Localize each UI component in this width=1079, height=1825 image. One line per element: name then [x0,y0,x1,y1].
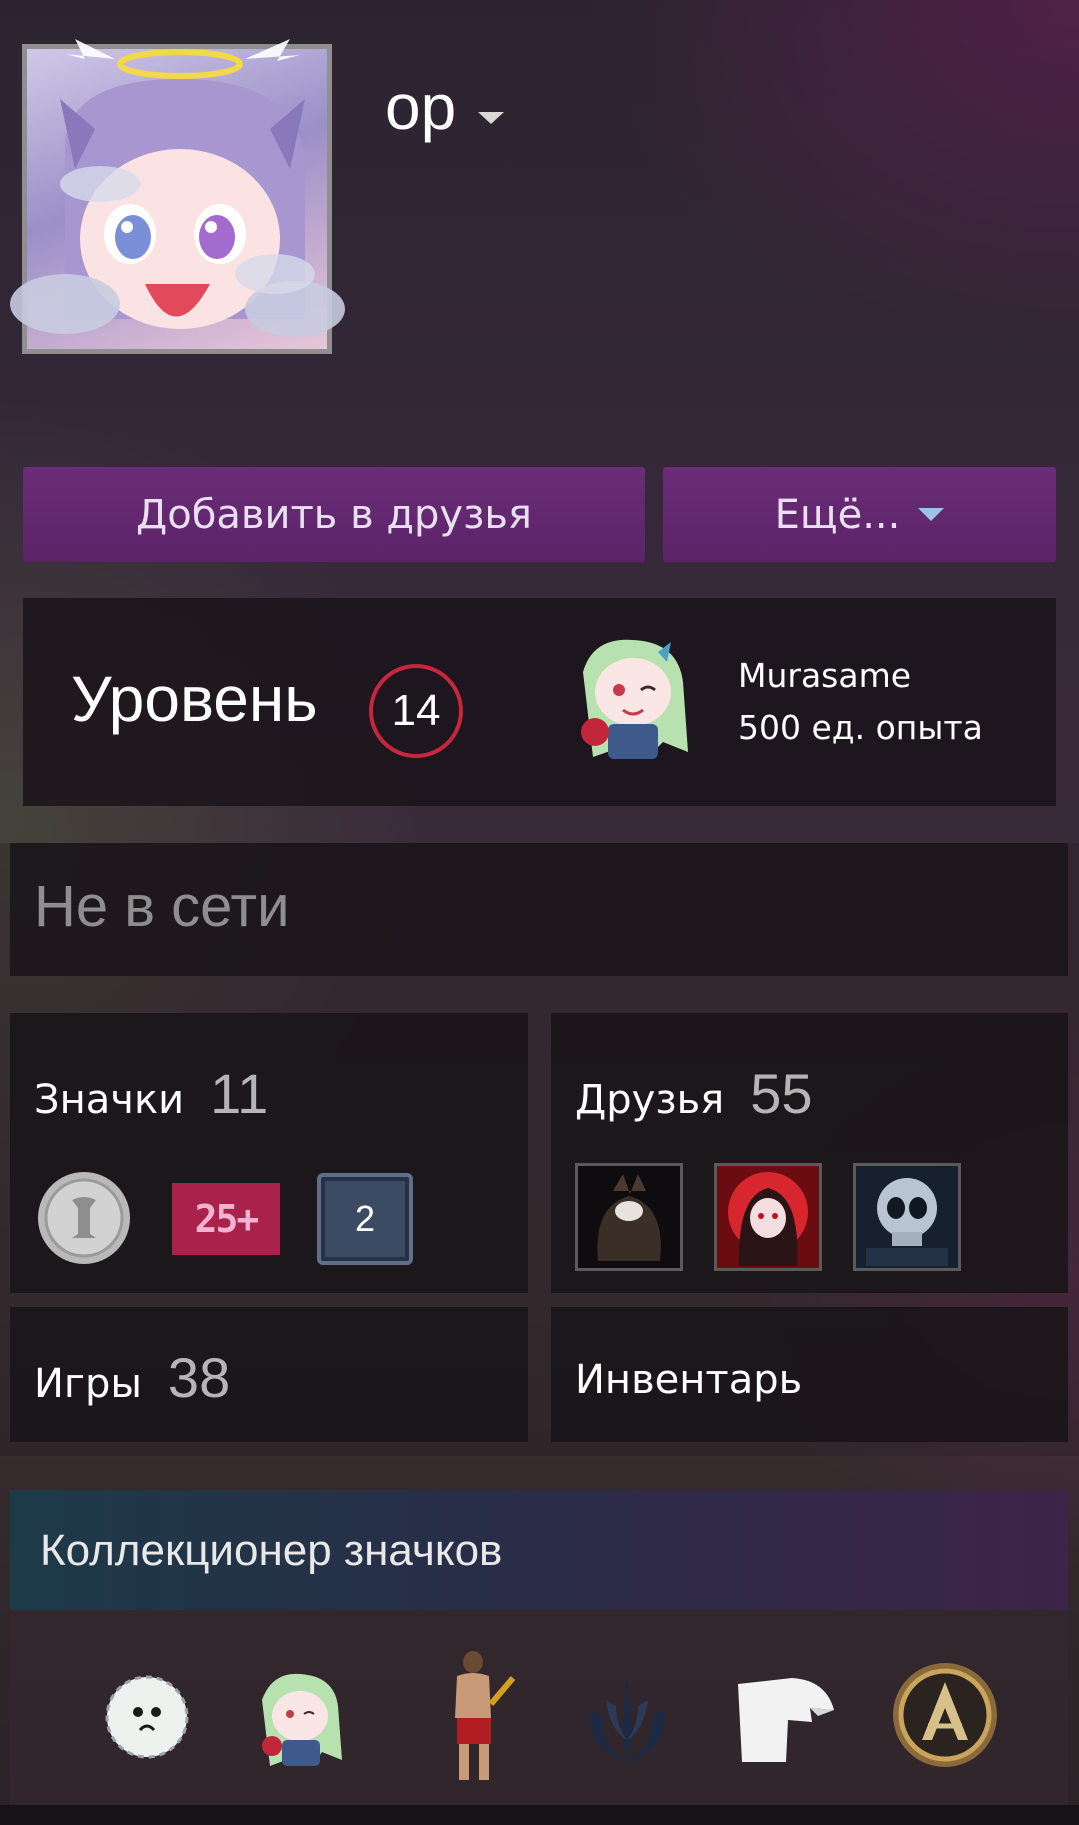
eagle-badge-icon[interactable] [730,1670,840,1770]
inventory-label: Инвентарь [575,1357,803,1403]
skull-icon [866,1178,948,1266]
add-friend-label: Добавить в друзья [136,491,532,538]
level-badge-text: 2 [354,1198,376,1239]
red-hood-icon [728,1172,808,1266]
friends-header: Друзья 55 [575,1061,813,1126]
friend-avatar-2[interactable] [714,1163,822,1271]
friends-count: 55 [750,1062,813,1125]
showcase-title: Коллекционер значков [40,1526,503,1575]
showcase-header: Коллекционер значков [10,1490,1068,1610]
username-text: ор [385,71,457,143]
friends-box[interactable]: Друзья 55 [551,1013,1068,1293]
chevron-down-icon [918,508,945,521]
friend-avatar-3[interactable] [853,1163,961,1271]
badges-count: 11 [210,1062,269,1125]
inventory-box[interactable]: Инвентарь [551,1307,1068,1442]
murasame-badge-icon [581,639,688,759]
jedi-order-badge-icon[interactable] [580,1670,675,1770]
silver-coin-badge-icon[interactable] [34,1168,134,1268]
profile-avatar[interactable] [10,39,345,354]
inventory-header: Инвентарь [575,1357,802,1403]
badges-box[interactable]: Значки 11 25+ 2 [10,1013,528,1293]
friends-label: Друзья [575,1077,725,1123]
25-plus-years-badge-icon[interactable]: 25+ [172,1183,280,1255]
chevron-down-icon [478,112,505,124]
murasame-badge-small-icon[interactable] [242,1670,357,1770]
level-panel[interactable]: Уровень 14 Murasame 500 ед. опыта [23,598,1056,806]
friend-avatar-1[interactable] [575,1163,683,1271]
username[interactable]: ор [385,70,505,144]
bottom-bar [0,1805,1079,1825]
favorite-badge-xp: 500 ед. опыта [738,708,983,747]
games-label: Игры [34,1361,142,1407]
favorite-badge-name: Murasame [738,656,912,695]
more-button[interactable]: Ещё... [663,467,1056,562]
online-status: Не в сети [34,874,290,939]
games-box[interactable]: Игры 38 [10,1307,528,1442]
laurel-emblem-badge-icon[interactable] [888,1658,1003,1773]
level-label: Уровень [71,663,318,735]
level-2-badge-icon[interactable]: 2 [317,1173,413,1265]
more-label: Ещё... [774,491,901,538]
level-badge: 14 [369,664,463,758]
dark-creature-icon [597,1174,661,1261]
badges-header: Значки 11 [34,1061,268,1126]
add-friend-button[interactable]: Добавить в друзья [23,467,645,562]
fluffy-ghost-badge-icon[interactable] [100,1670,195,1765]
years-badge-text: 25+ [194,1197,260,1241]
profile-header: ор [0,0,1079,450]
games-header: Игры 38 [34,1345,230,1410]
status-panel: Не в сети [10,843,1068,976]
games-count: 38 [167,1346,231,1409]
badge-showcase [10,1610,1068,1805]
avatar-anime-girl-icon [10,39,345,337]
warrior-badge-icon[interactable] [435,1648,515,1788]
badges-label: Значки [34,1077,185,1123]
